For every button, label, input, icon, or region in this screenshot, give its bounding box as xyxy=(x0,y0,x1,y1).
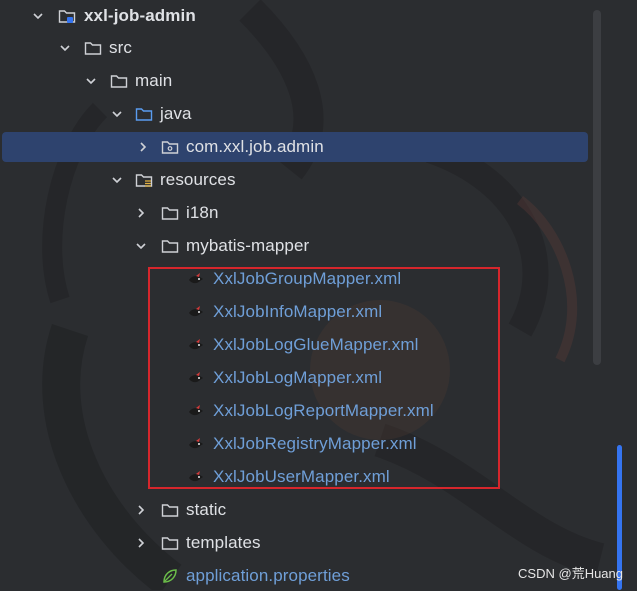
tree-node-templates[interactable]: templates xyxy=(0,528,590,558)
folder-icon xyxy=(161,237,179,255)
src-label: src xyxy=(109,38,132,57)
chevron-right-icon[interactable] xyxy=(133,535,149,551)
folder-icon xyxy=(161,501,179,519)
tree-node-mybatis-mapper[interactable]: mybatis-mapper xyxy=(0,231,590,261)
tree-node-static[interactable]: static xyxy=(0,495,590,525)
folder-icon xyxy=(161,204,179,222)
resources-label: resources xyxy=(160,170,236,189)
java-label: java xyxy=(160,104,192,123)
package-label: com.xxl.job.admin xyxy=(186,137,324,156)
resources-folder-icon xyxy=(135,171,153,189)
application-properties-label: application.properties xyxy=(186,566,350,585)
source-folder-icon xyxy=(135,105,153,123)
vertical-scrollbar-track[interactable] xyxy=(593,10,601,365)
package-icon xyxy=(161,138,179,156)
chevron-right-icon[interactable] xyxy=(133,205,149,221)
tree-node-i18n[interactable]: i18n xyxy=(0,198,590,228)
chevron-down-icon[interactable] xyxy=(109,106,125,122)
static-label: static xyxy=(186,500,227,519)
tree-node-main[interactable]: main xyxy=(0,66,590,96)
chevron-down-icon[interactable] xyxy=(30,8,46,24)
folder-icon xyxy=(110,72,128,90)
chevron-down-icon[interactable] xyxy=(83,73,99,89)
tree-node-src[interactable]: src xyxy=(0,33,590,63)
tree-node-package-selected[interactable]: com.xxl.job.admin xyxy=(2,132,588,162)
root-label: xxl-job-admin xyxy=(84,6,196,25)
tree-node-application-properties[interactable]: application.properties xyxy=(0,561,590,591)
chevron-down-icon[interactable] xyxy=(109,172,125,188)
main-label: main xyxy=(135,71,173,90)
spring-leaf-icon xyxy=(161,567,179,585)
chevron-right-icon[interactable] xyxy=(133,502,149,518)
mybatis-mapper-label: mybatis-mapper xyxy=(186,236,310,255)
tree-node-resources[interactable]: resources xyxy=(0,165,590,195)
i18n-label: i18n xyxy=(186,203,219,222)
red-highlight-box xyxy=(148,267,500,489)
chevron-down-icon[interactable] xyxy=(133,238,149,254)
folder-icon xyxy=(161,534,179,552)
folder-icon xyxy=(84,39,102,57)
csdn-watermark: CSDN @荒Huang xyxy=(518,566,623,581)
templates-label: templates xyxy=(186,533,261,552)
tree-node-java[interactable]: java xyxy=(0,99,590,129)
module-folder-icon xyxy=(58,7,76,25)
chevron-down-icon[interactable] xyxy=(57,40,73,56)
chevron-right-icon[interactable] xyxy=(135,139,151,155)
tree-node-xxl-job-admin[interactable]: xxl-job-admin xyxy=(0,1,590,31)
